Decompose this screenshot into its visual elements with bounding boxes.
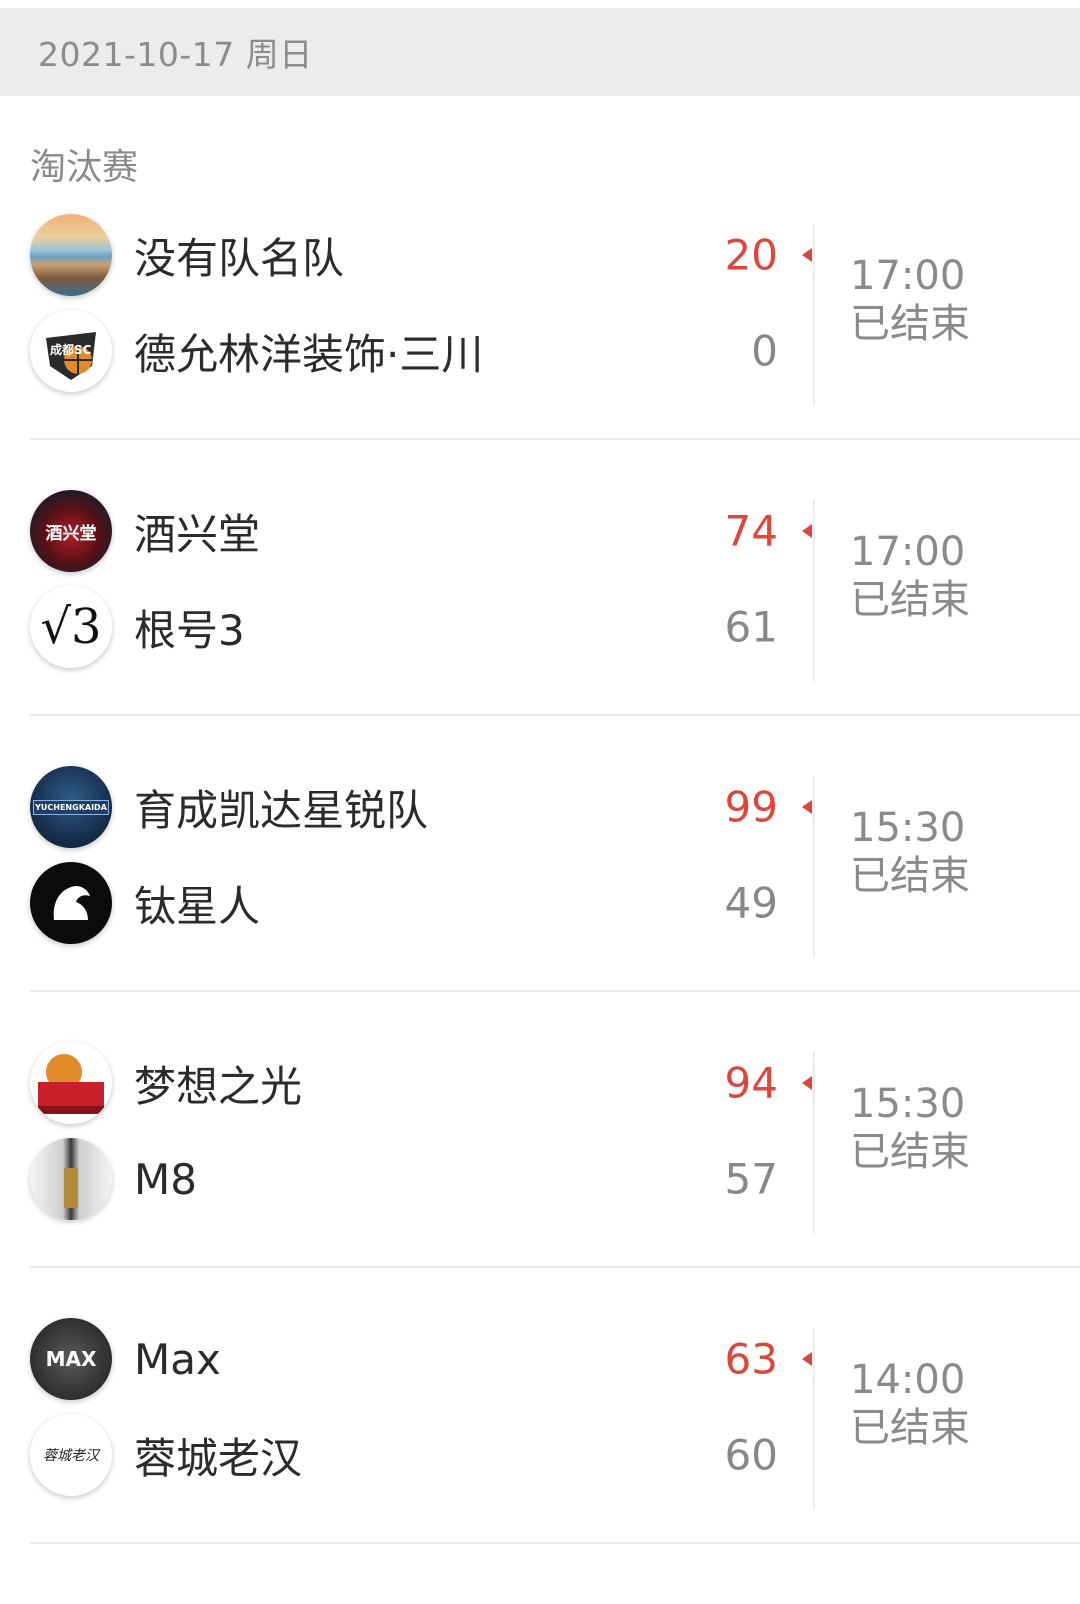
winner-arrow-icon bbox=[802, 800, 812, 814]
match-card[interactable]: YUCHENGKAIDA 育成凯达星锐队 99 钛星人 49 15:30 已结束 bbox=[0, 760, 1080, 1036]
away-team-row[interactable]: 成都SC 德允林洋装饰·三川 0 bbox=[30, 308, 800, 394]
match-card[interactable]: 没有队名队 20 成都SC 德允林洋装饰·三川 0 17:00 已结束 bbox=[0, 208, 1080, 484]
away-team-row[interactable]: 蓉城老汉 蓉城老汉 60 bbox=[30, 1412, 800, 1498]
winner-arrow-icon bbox=[802, 248, 812, 262]
yuchengkaida-logo: YUCHENGKAIDA bbox=[30, 766, 112, 848]
match-status: 17:00 已结束 bbox=[850, 528, 970, 624]
divider bbox=[813, 500, 815, 682]
logo-label: YUCHENGKAIDA bbox=[33, 799, 109, 815]
match-status: 14:00 已结束 bbox=[850, 1356, 970, 1452]
team-score: 63 bbox=[724, 1334, 778, 1384]
away-team-row[interactable]: M8 57 bbox=[30, 1136, 800, 1222]
divider bbox=[813, 1052, 815, 1234]
match-time: 17:00 bbox=[850, 529, 966, 575]
match-status: 17:00 已结束 bbox=[850, 252, 970, 348]
winner-arrow-icon bbox=[802, 1352, 812, 1366]
away-team-row[interactable]: 钛星人 49 bbox=[30, 860, 800, 946]
match-card[interactable]: MAX Max 63 蓉城老汉 蓉城老汉 60 14:00 已结束 bbox=[0, 1312, 1080, 1588]
home-team-row[interactable]: 梦想之光 94 bbox=[30, 1040, 800, 1126]
home-team-row[interactable]: MAX Max 63 bbox=[30, 1316, 800, 1402]
match-card[interactable]: 酒兴堂 酒兴堂 74 √3 根号3 61 17:00 已结束 bbox=[0, 484, 1080, 760]
divider bbox=[813, 1328, 815, 1510]
team-score: 0 bbox=[751, 326, 778, 376]
team-score: 20 bbox=[724, 230, 778, 280]
team-score: 60 bbox=[724, 1430, 778, 1480]
team-score: 49 bbox=[724, 878, 778, 928]
team-score: 74 bbox=[724, 506, 778, 556]
team-name: 钛星人 bbox=[134, 881, 261, 931]
date-label: 2021-10-17 周日 bbox=[38, 35, 313, 74]
logo-label: 酒兴堂 bbox=[45, 523, 97, 544]
separator bbox=[30, 1266, 1080, 1268]
landscape-logo bbox=[30, 214, 112, 296]
match-time: 14:00 bbox=[850, 1357, 966, 1403]
max-logo: MAX bbox=[30, 1318, 112, 1400]
divider bbox=[813, 224, 815, 406]
jiuxingtang-logo: 酒兴堂 bbox=[30, 490, 112, 572]
home-team-row[interactable]: 酒兴堂 酒兴堂 74 bbox=[30, 488, 800, 574]
match-time: 17:00 bbox=[850, 253, 966, 299]
sc-basketball-logo: 成都SC bbox=[30, 310, 112, 392]
match-state: 已结束 bbox=[850, 853, 970, 899]
team-name: 没有队名队 bbox=[134, 233, 345, 283]
separator bbox=[30, 990, 1080, 992]
away-team-row[interactable]: √3 根号3 61 bbox=[30, 584, 800, 670]
team-score: 99 bbox=[724, 782, 778, 832]
winner-arrow-icon bbox=[802, 1076, 812, 1090]
match-status: 15:30 已结束 bbox=[850, 1080, 970, 1176]
team-name: 酒兴堂 bbox=[134, 509, 261, 559]
m8-logo bbox=[30, 1138, 112, 1220]
separator bbox=[30, 438, 1080, 440]
match-time: 15:30 bbox=[850, 805, 966, 851]
winner-arrow-icon bbox=[802, 524, 812, 538]
match-state: 已结束 bbox=[850, 577, 970, 623]
match-state: 已结束 bbox=[850, 1129, 970, 1175]
titan-logo bbox=[30, 862, 112, 944]
team-name: 根号3 bbox=[134, 605, 245, 655]
rongcheng-logo: 蓉城老汉 bbox=[30, 1414, 112, 1496]
team-name: 育成凯达星锐队 bbox=[134, 785, 429, 835]
match-state: 已结束 bbox=[850, 1405, 970, 1451]
separator bbox=[30, 1542, 1080, 1544]
separator bbox=[30, 714, 1080, 716]
svg-text:成都SC: 成都SC bbox=[50, 342, 92, 357]
sqrt3-logo: √3 bbox=[30, 586, 112, 668]
team-score: 61 bbox=[724, 602, 778, 652]
divider bbox=[813, 776, 815, 958]
team-name: 德允林洋装饰·三川 bbox=[134, 329, 484, 379]
match-state: 已结束 bbox=[850, 301, 970, 347]
date-header: 2021-10-17 周日 bbox=[0, 8, 1080, 96]
team-name: M8 bbox=[134, 1154, 197, 1204]
logo-label: MAX bbox=[45, 1347, 97, 1371]
home-team-row[interactable]: YUCHENGKAIDA 育成凯达星锐队 99 bbox=[30, 764, 800, 850]
team-name: 蓉城老汉 bbox=[134, 1433, 303, 1483]
match-card[interactable]: 梦想之光 94 M8 57 15:30 已结束 bbox=[0, 1036, 1080, 1312]
logo-label: √3 bbox=[40, 599, 102, 655]
logo-label: 蓉城老汉 bbox=[43, 1448, 99, 1464]
dream-light-logo bbox=[30, 1042, 112, 1124]
home-team-row[interactable]: 没有队名队 20 bbox=[30, 212, 800, 298]
team-score: 94 bbox=[724, 1058, 778, 1108]
section-title: 淘汰赛 bbox=[30, 147, 139, 188]
team-name: Max bbox=[134, 1334, 221, 1384]
team-name: 梦想之光 bbox=[134, 1061, 303, 1111]
team-score: 57 bbox=[724, 1154, 778, 1204]
match-status: 15:30 已结束 bbox=[850, 804, 970, 900]
match-time: 15:30 bbox=[850, 1081, 966, 1127]
